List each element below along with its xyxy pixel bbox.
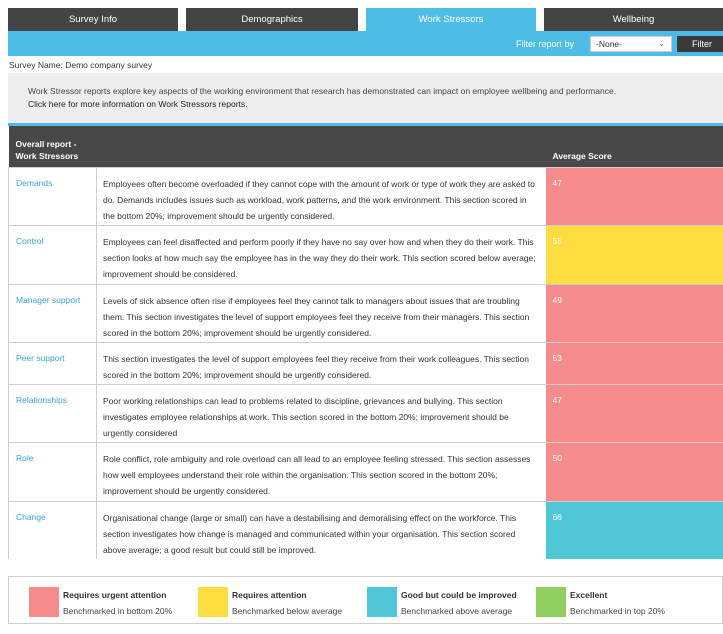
table-header-title: Overall report - Work Stressors (8, 126, 546, 167)
tab-work-stressors[interactable]: Work Stressors (366, 8, 536, 31)
legend-title: Requires attention (232, 590, 307, 600)
header-title-line2: Work Stressors (15, 150, 79, 161)
tab-demographics[interactable]: Demographics (186, 8, 358, 31)
row-description: Employees often become overloaded if the… (96, 166, 546, 225)
chevron-down-icon: ⌄ (658, 39, 665, 48)
row-score: 47 (545, 166, 723, 225)
row-score: 50 (545, 441, 723, 501)
category-link-control[interactable]: Control (16, 236, 43, 246)
filter-selected-value: -None- (596, 39, 622, 49)
row-description: This section investigates the level of s… (96, 341, 546, 384)
legend-title: Good but could be improved (401, 590, 517, 600)
legend-swatch-blue (367, 587, 397, 617)
category-link-peer-support[interactable]: Peer support (16, 353, 65, 363)
row-description: Levels of sick absence often rise if emp… (96, 283, 546, 342)
score-legend: Requires urgent attention Benchmarked in… (8, 576, 723, 624)
table-row-control: Control Employees can feel disaffected a… (8, 224, 723, 284)
row-description: Employees can feel disaffected and perfo… (96, 224, 546, 284)
table-row-relationships: Relationships Poor working relationships… (8, 383, 723, 442)
work-stressors-table: Overall report - Work Stressors Average … (8, 126, 723, 559)
category-link-manager-support[interactable]: Manager support (16, 295, 80, 305)
table-row-peer-support: Peer support This section investigates t… (8, 341, 723, 384)
legend-subtitle: Benchmarked above average (401, 606, 513, 616)
filter-bar: Filter report by -None- ⌄ Filter (8, 31, 723, 56)
row-description: Organisational change (large or small) c… (96, 500, 546, 559)
table-header-row: Overall report - Work Stressors Average … (8, 126, 723, 167)
row-score: 47 (545, 383, 723, 442)
tab-wellbeing[interactable]: Wellbeing (544, 8, 723, 31)
category-link-relationships[interactable]: Relationships (16, 395, 67, 405)
row-score: 49 (545, 283, 723, 342)
row-score: 53 (545, 341, 723, 384)
table-row-role: Role Role conflict, role ambiguity and r… (8, 441, 723, 501)
header-title-line1: Overall report - (15, 138, 77, 149)
category-link-change[interactable]: Change (16, 512, 46, 522)
filter-label: Filter report by (516, 39, 575, 49)
row-score: 66 (545, 500, 723, 559)
legend-subtitle: Benchmarked in bottom 20% (63, 606, 173, 616)
intro-text: Work Stressor reports explore key aspect… (28, 86, 617, 96)
more-info-link[interactable]: Click here for more information on Work … (28, 98, 723, 111)
table-row-demands: Demands Employees often become overloade… (8, 166, 723, 225)
category-link-role[interactable]: Role (16, 453, 33, 463)
legend-subtitle: Benchmarked in top 20% (570, 606, 665, 616)
tab-survey-info[interactable]: Survey Info (8, 8, 178, 31)
category-link-demands[interactable]: Demands (16, 178, 52, 188)
legend-swatch-green (536, 587, 566, 617)
filter-select[interactable]: -None- ⌄ (590, 36, 672, 52)
row-description: Role conflict, role ambiguity and role o… (96, 441, 546, 501)
survey-name: Survey Name: Demo company survey (9, 60, 153, 70)
legend-swatch-yellow (198, 587, 228, 617)
legend-title: Excellent (570, 590, 608, 600)
table-row-manager-support: Manager support Levels of sick absence o… (8, 283, 723, 342)
row-description: Poor working relationships can lead to p… (96, 383, 546, 442)
legend-swatch-red (29, 587, 59, 617)
legend-title: Requires urgent attention (63, 590, 167, 600)
filter-button[interactable]: Filter (677, 36, 723, 52)
intro-panel: Work Stressor reports explore key aspect… (8, 73, 723, 123)
table-header-score: Average Score (545, 126, 723, 167)
report-tabs: Survey Info Demographics Work Stressors … (8, 8, 723, 31)
row-score: 55 (545, 224, 723, 284)
legend-subtitle: Benchmarked below average (232, 606, 343, 616)
table-row-change: Change Organisational change (large or s… (8, 500, 723, 559)
